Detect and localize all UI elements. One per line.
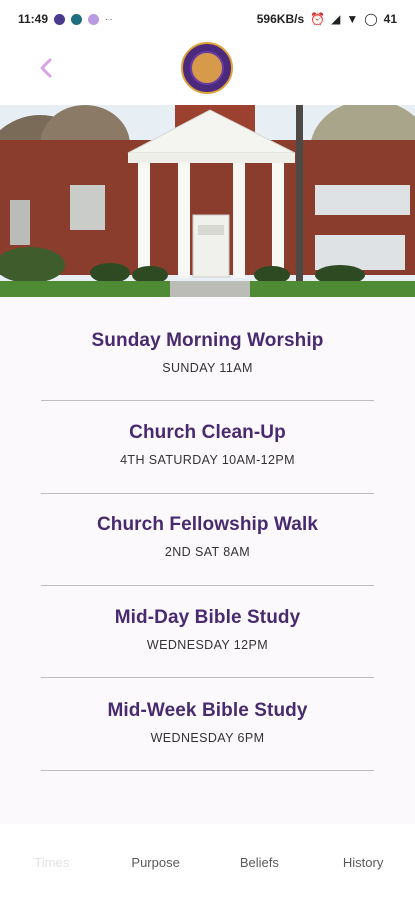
divider (41, 677, 374, 678)
divider (41, 770, 374, 771)
service-time: 2ND SAT 8AM (164, 545, 251, 559)
tab-beliefs[interactable]: Beliefs (208, 824, 312, 900)
list-item: Sunday Morning Worship SUNDAY 11AM (41, 330, 374, 375)
service-title: Sunday Morning Worship (91, 330, 324, 351)
wifi-icon: ▼ (346, 12, 359, 26)
status-right: 596KB/s ⏰ ◢ ▼ ◯ 41 (257, 12, 397, 26)
tab-times[interactable]: Times (0, 824, 104, 900)
signal-icon: ◢ (331, 12, 341, 26)
list-item: Church Fellowship Walk 2ND SAT 8AM (41, 514, 374, 559)
service-title: Mid-Day Bible Study (114, 607, 301, 628)
service-time: WEDNESDAY 12PM (146, 638, 269, 652)
back-button[interactable] (34, 54, 58, 82)
service-title: Mid-Week Bible Study (107, 700, 308, 721)
app-notification-icon (54, 13, 66, 25)
church-hero-image (0, 105, 415, 297)
status-bar: 11:49 ·· 596KB/s ⏰ ◢ ▼ ◯ 41 (0, 0, 415, 38)
divider (41, 400, 374, 401)
service-time: WEDNESDAY 6PM (150, 731, 265, 745)
service-time: 4TH SATURDAY 10AM-12PM (120, 453, 295, 467)
list-item: Church Clean-Up 4TH SATURDAY 10AM-12PM (41, 422, 374, 467)
service-title: Church Fellowship Walk (96, 514, 319, 535)
status-left: 11:49 ·· (18, 12, 114, 26)
chevron-left-icon (40, 58, 52, 78)
bottom-nav: Times Purpose Beliefs History (0, 824, 415, 900)
list-item: Mid-Week Bible Study WEDNESDAY 6PM (41, 700, 374, 745)
battery-level: 41 (383, 12, 397, 26)
church-logo (181, 42, 233, 94)
service-times-list: Sunday Morning Worship SUNDAY 11AM Churc… (0, 297, 415, 824)
church-building-image (0, 105, 415, 297)
app-notification-icon (88, 13, 100, 25)
service-time: SUNDAY 11AM (162, 361, 253, 375)
service-title: Church Clean-Up (129, 422, 286, 443)
network-speed: 596KB/s (256, 12, 305, 26)
app-notification-icon (71, 13, 83, 25)
divider (41, 493, 374, 494)
tab-purpose[interactable]: Purpose (104, 824, 208, 900)
app-header (0, 38, 415, 104)
tab-history[interactable]: History (311, 824, 415, 900)
alarm-icon: ⏰ (310, 12, 326, 26)
logo-emblem (190, 51, 224, 85)
battery-icon: ◯ (364, 12, 378, 26)
divider (41, 585, 374, 586)
list-item: Mid-Day Bible Study WEDNESDAY 12PM (41, 607, 374, 652)
status-time: 11:49 (18, 12, 49, 26)
more-notifications-icon: ·· (105, 13, 114, 25)
